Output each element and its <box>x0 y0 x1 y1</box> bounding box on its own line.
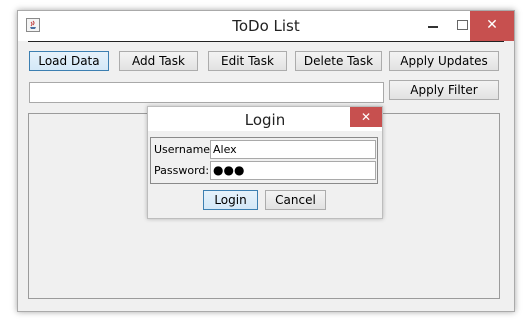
load-data-button[interactable]: Load Data <box>29 51 109 71</box>
login-dialog: Login ✕ Username: Alex Password: ●●● Log… <box>147 106 383 219</box>
username-label: Username: <box>154 143 214 156</box>
maximize-icon <box>457 20 468 30</box>
edit-task-button[interactable]: Edit Task <box>208 51 287 71</box>
apply-updates-button[interactable]: Apply Updates <box>389 51 499 71</box>
delete-task-button[interactable]: Delete Task <box>295 51 382 71</box>
cancel-button[interactable]: Cancel <box>265 190 326 210</box>
title-separator <box>28 41 504 42</box>
password-field[interactable]: ●●● <box>210 161 376 180</box>
close-icon: ✕ <box>360 110 372 124</box>
apply-filter-button[interactable]: Apply Filter <box>389 80 499 100</box>
username-field[interactable]: Alex <box>210 140 376 159</box>
minimize-button[interactable] <box>416 11 450 41</box>
minimize-icon <box>428 26 438 28</box>
login-title-bar[interactable]: Login ✕ <box>148 107 382 131</box>
login-button[interactable]: Login <box>203 190 258 210</box>
add-task-button[interactable]: Add Task <box>119 51 198 71</box>
login-title: Login <box>244 111 286 129</box>
login-close-button[interactable]: ✕ <box>350 107 382 127</box>
filter-input[interactable] <box>29 82 384 103</box>
close-button[interactable]: ✕ <box>470 11 514 41</box>
login-form: Username: Alex Password: ●●● <box>150 137 378 184</box>
close-icon: ✕ <box>486 17 498 33</box>
title-bar[interactable]: ToDo List ✕ <box>18 11 514 41</box>
password-label: Password: <box>154 164 210 177</box>
